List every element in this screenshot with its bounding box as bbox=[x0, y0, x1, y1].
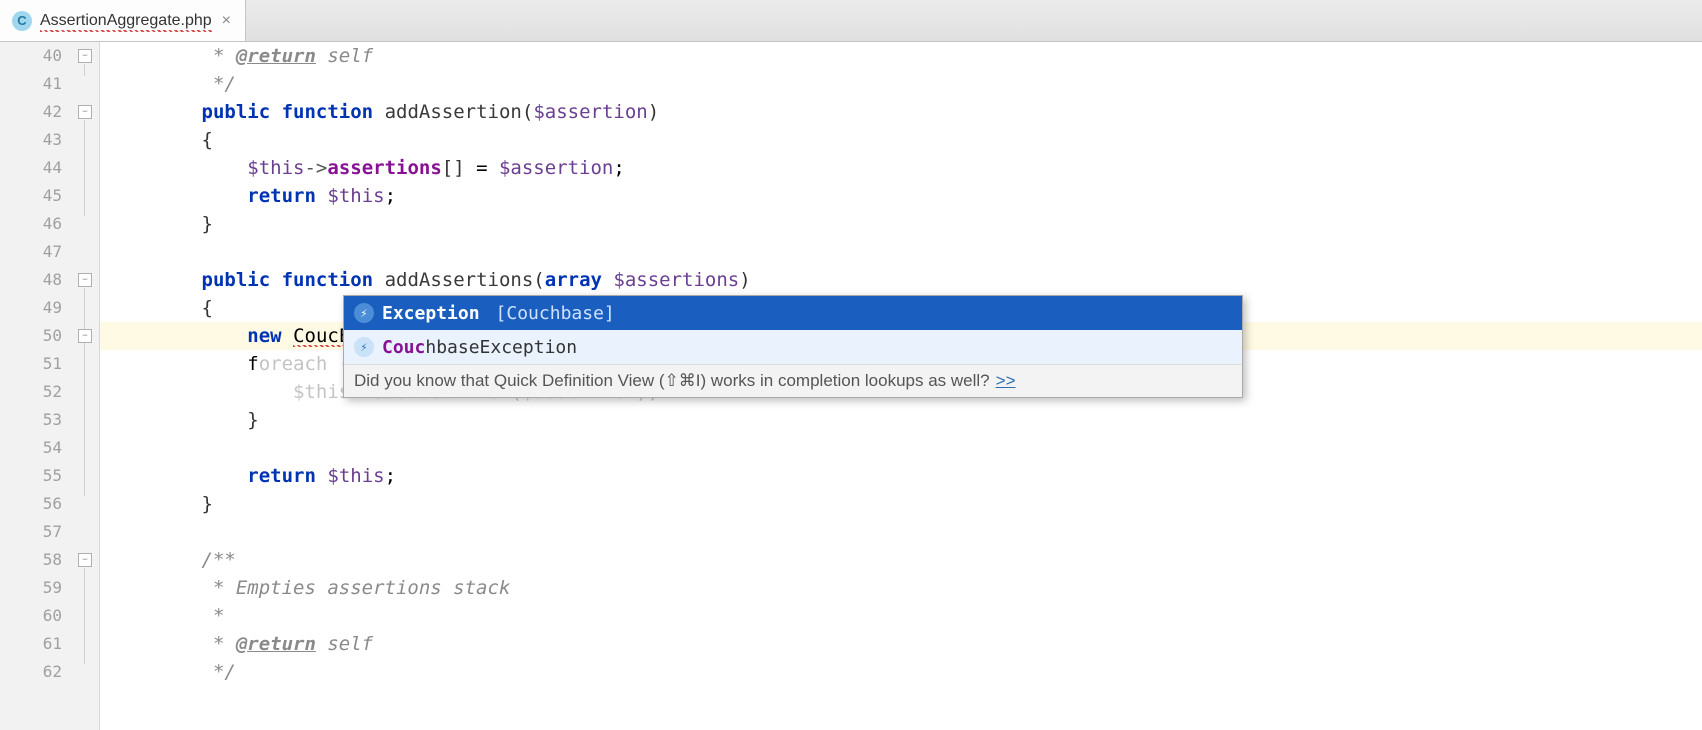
line-number[interactable]: 42 bbox=[0, 98, 70, 126]
line-number[interactable]: 55 bbox=[0, 462, 70, 490]
code-line[interactable]: /** bbox=[100, 546, 1702, 574]
line-number[interactable]: 62 bbox=[0, 658, 70, 686]
line-number[interactable]: 43 bbox=[0, 126, 70, 154]
code-line[interactable]: } bbox=[100, 210, 1702, 238]
completion-match-rest: hbaseException bbox=[425, 337, 577, 358]
fold-toggle-icon[interactable] bbox=[78, 105, 92, 119]
error-stripe[interactable] bbox=[1688, 42, 1700, 730]
line-number[interactable]: 58 bbox=[0, 546, 70, 574]
completion-hint-bar: Did you know that Quick Definition View … bbox=[344, 364, 1242, 397]
code-line[interactable]: public function addAssertion($assertion) bbox=[100, 98, 1702, 126]
line-number[interactable]: 61 bbox=[0, 630, 70, 658]
typed-token-error: CoucE bbox=[293, 325, 350, 347]
fold-toggle-icon[interactable] bbox=[78, 329, 92, 343]
code-line[interactable]: $this->assertions[] = $assertion; bbox=[100, 154, 1702, 182]
code-line[interactable]: */ bbox=[100, 658, 1702, 686]
code-line[interactable]: * bbox=[100, 602, 1702, 630]
line-number[interactable]: 54 bbox=[0, 434, 70, 462]
fold-toggle-icon[interactable] bbox=[78, 553, 92, 567]
line-number[interactable]: 53 bbox=[0, 406, 70, 434]
fold-toggle-icon[interactable] bbox=[78, 49, 92, 63]
completion-context-label: [Couchbase] bbox=[496, 303, 615, 324]
code-line[interactable]: * @return self bbox=[100, 42, 1702, 70]
code-line[interactable] bbox=[100, 518, 1702, 546]
line-number[interactable]: 52 bbox=[0, 378, 70, 406]
code-line[interactable] bbox=[100, 238, 1702, 266]
completion-main-label: Exception bbox=[382, 303, 480, 324]
line-number[interactable]: 60 bbox=[0, 602, 70, 630]
code-line[interactable]: return $this; bbox=[100, 182, 1702, 210]
line-number[interactable]: 59 bbox=[0, 574, 70, 602]
completion-popup: ⚡ Exception [Couchbase] ⚡ CouchbaseExcep… bbox=[343, 295, 1243, 398]
code-line[interactable]: * @return self bbox=[100, 630, 1702, 658]
code-line[interactable]: } bbox=[100, 490, 1702, 518]
fold-toggle-icon[interactable] bbox=[78, 273, 92, 287]
line-number[interactable]: 49 bbox=[0, 294, 70, 322]
line-number[interactable]: 45 bbox=[0, 182, 70, 210]
completion-item[interactable]: ⚡ CouchbaseException bbox=[344, 330, 1242, 364]
line-number[interactable]: 40 bbox=[0, 42, 70, 70]
lightning-icon: ⚡ bbox=[354, 303, 374, 323]
file-type-icon: C bbox=[12, 11, 32, 31]
line-number-gutter: 40 41 42 43 44 45 46 47 48 49 50 51 52 5… bbox=[0, 42, 70, 730]
tab-filename: AssertionAggregate.php bbox=[40, 12, 212, 30]
completion-match-prefix: Couc bbox=[382, 337, 425, 358]
completion-hint-text: Did you know that Quick Definition View … bbox=[354, 371, 990, 391]
code-line[interactable]: */ bbox=[100, 70, 1702, 98]
line-number[interactable]: 51 bbox=[0, 350, 70, 378]
code-line[interactable]: * Empties assertions stack bbox=[100, 574, 1702, 602]
fold-gutter bbox=[70, 42, 100, 730]
lightning-icon: ⚡ bbox=[354, 337, 374, 357]
line-number[interactable]: 50 bbox=[0, 322, 70, 350]
tab-bar: C AssertionAggregate.php × bbox=[0, 0, 1702, 42]
line-number[interactable]: 46 bbox=[0, 210, 70, 238]
line-number[interactable]: 47 bbox=[0, 238, 70, 266]
editor-tab[interactable]: C AssertionAggregate.php × bbox=[0, 0, 246, 41]
code-line[interactable]: public function addAssertions(array $ass… bbox=[100, 266, 1702, 294]
code-editor[interactable]: * @return self */ public function addAss… bbox=[100, 42, 1702, 730]
code-line[interactable]: { bbox=[100, 126, 1702, 154]
close-icon[interactable]: × bbox=[220, 12, 233, 30]
line-number[interactable]: 41 bbox=[0, 70, 70, 98]
line-number[interactable]: 56 bbox=[0, 490, 70, 518]
completion-hint-link[interactable]: >> bbox=[996, 371, 1016, 391]
editor-area: 40 41 42 43 44 45 46 47 48 49 50 51 52 5… bbox=[0, 42, 1702, 730]
line-number[interactable]: 44 bbox=[0, 154, 70, 182]
line-number[interactable]: 57 bbox=[0, 518, 70, 546]
completion-item-selected[interactable]: ⚡ Exception [Couchbase] bbox=[344, 296, 1242, 330]
line-number[interactable]: 48 bbox=[0, 266, 70, 294]
code-line[interactable] bbox=[100, 434, 1702, 462]
code-line[interactable]: } bbox=[100, 406, 1702, 434]
code-line[interactable]: return $this; bbox=[100, 462, 1702, 490]
